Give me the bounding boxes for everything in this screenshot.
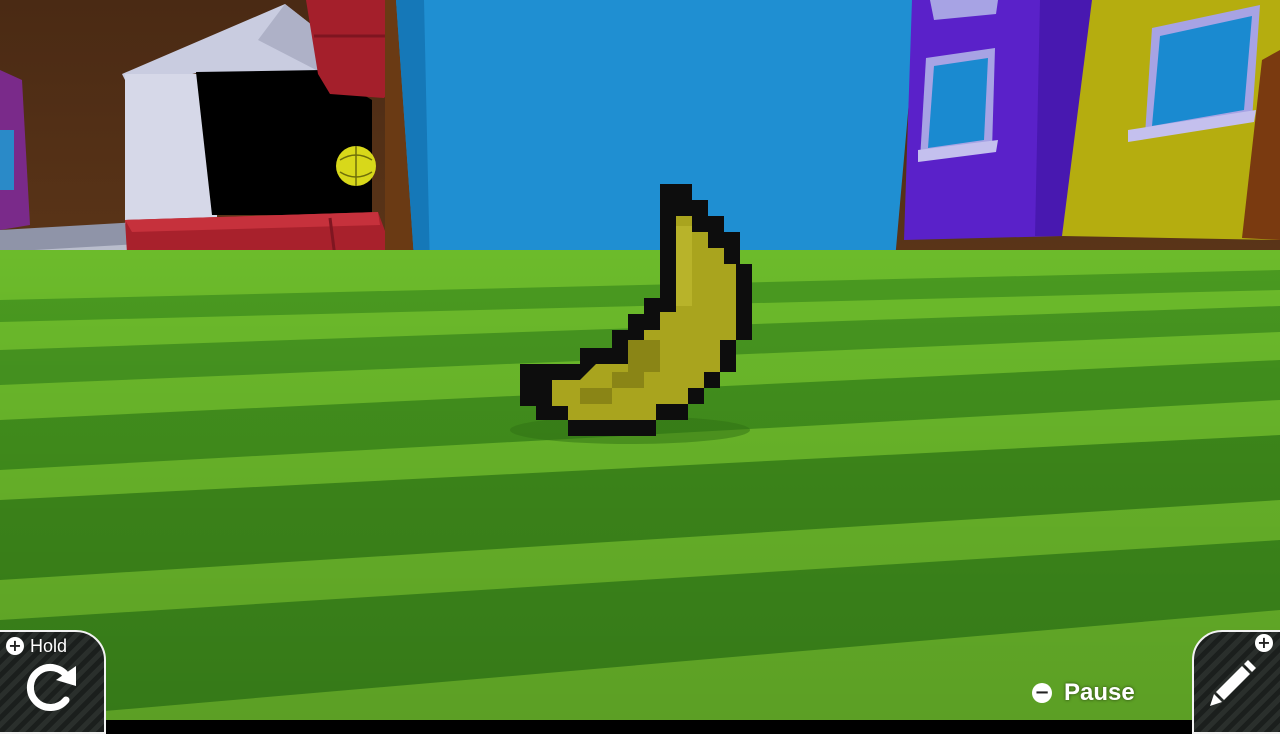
pause-label[interactable]: Pause	[1064, 680, 1135, 706]
hold-plus-button[interactable]: +	[6, 637, 24, 655]
banana-highlight	[676, 226, 692, 306]
game-scene	[0, 0, 1280, 720]
left-building-window	[0, 130, 14, 190]
pencil-icon[interactable]	[1208, 656, 1258, 706]
hold-label: Hold	[30, 636, 68, 656]
pause-minus-button[interactable]: −	[1032, 683, 1052, 703]
blue-block	[396, 0, 918, 272]
edit-plus-button[interactable]: +	[1255, 634, 1273, 652]
rotate-icon[interactable]	[26, 662, 80, 714]
purple-window	[928, 58, 988, 148]
scene-svg	[0, 0, 1280, 720]
